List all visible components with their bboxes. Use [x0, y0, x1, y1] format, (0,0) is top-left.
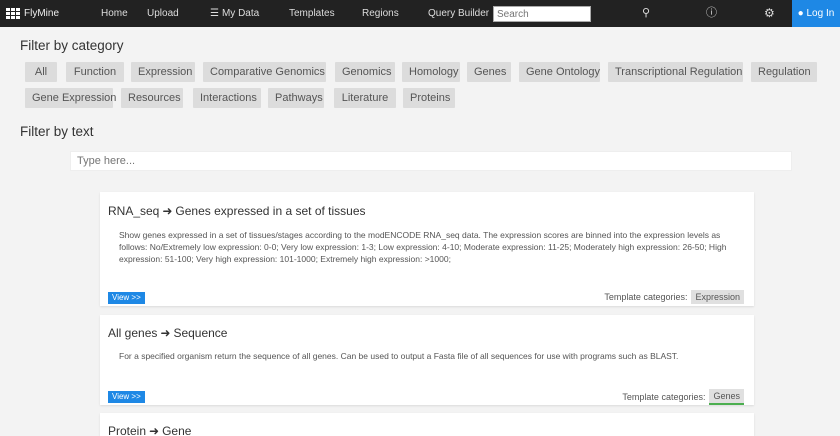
text-filter-input[interactable] — [70, 151, 792, 171]
category-proteins[interactable]: Proteins — [403, 88, 455, 108]
category-transcriptional-regulation[interactable]: Transcriptional Regulation — [608, 62, 743, 82]
template-to: Gene — [162, 424, 192, 436]
nav-my-data-label: My Data — [221, 8, 260, 19]
view-button[interactable]: View >> — [108, 292, 145, 304]
nav-home[interactable]: Home — [101, 0, 128, 27]
arrow-right-icon: ➜ — [160, 326, 171, 340]
help-icon[interactable]: ⓘ — [706, 0, 717, 27]
category-gene-expression[interactable]: Gene Expression — [25, 88, 116, 108]
template-description: For a specified organism return the sequ… — [119, 351, 679, 361]
template-from: Protein — [108, 424, 147, 436]
nav-query-builder[interactable]: Query Builder — [428, 0, 489, 27]
template-categories-label: Template categories: — [622, 392, 706, 402]
flymine-logo-icon — [6, 8, 20, 19]
arrow-right-icon: ➜ — [149, 424, 160, 436]
nav-upload[interactable]: Upload — [147, 0, 179, 27]
template-title[interactable]: All genes ➜ Sequence — [108, 326, 227, 340]
template-from: RNA_seq — [108, 204, 160, 218]
gear-icon[interactable]: ⚙ — [764, 0, 775, 27]
template-category-badge[interactable]: Genes — [709, 389, 744, 405]
category-all[interactable]: All — [25, 62, 57, 82]
nav-my-data[interactable]: ☰ My Data — [210, 0, 259, 27]
category-genes[interactable]: Genes — [467, 62, 511, 82]
template-category-badge[interactable]: Expression — [691, 290, 744, 304]
template-title[interactable]: Protein ➜ Gene — [108, 424, 191, 436]
nav-regions[interactable]: Regions — [362, 0, 399, 27]
arrow-right-icon: ➜ — [162, 204, 173, 218]
template-card: All genes ➜ Sequence For a specified organ… — [100, 315, 754, 405]
template-card: RNA_seq ➜ Genes expressed in a set of tiss… — [100, 192, 754, 306]
template-categories: Template categories: Expression — [604, 290, 744, 304]
user-icon: ● — [797, 8, 804, 19]
category-gene-ontology[interactable]: Gene Ontology — [519, 62, 600, 82]
view-button[interactable]: View >> — [108, 391, 145, 403]
template-title[interactable]: RNA_seq ➜ Genes expressed in a set of tiss… — [108, 204, 366, 218]
category-resources[interactable]: Resources — [121, 88, 183, 108]
category-function[interactable]: Function — [66, 62, 124, 82]
filter-category-heading: Filter by category — [20, 38, 124, 53]
filter-text-heading: Filter by text — [20, 124, 94, 139]
database-icon: ☰ — [210, 8, 219, 19]
template-from: All genes — [108, 326, 158, 340]
category-comparative-genomics[interactable]: Comparative Genomics — [203, 62, 326, 82]
category-expression[interactable]: Expression — [131, 62, 195, 82]
template-card: Protein ➜ Gene — [100, 413, 754, 436]
category-genomics[interactable]: Genomics — [335, 62, 395, 82]
category-homology[interactable]: Homology — [402, 62, 460, 82]
nav-templates[interactable]: Templates — [289, 0, 335, 27]
search-input[interactable] — [493, 6, 591, 22]
brand-name: FlyMine — [24, 8, 60, 19]
template-to: Sequence — [173, 326, 228, 340]
template-description: Show genes expressed in a set of tissues… — [119, 230, 727, 264]
category-interactions[interactable]: Interactions — [193, 88, 261, 108]
template-to: Genes expressed in a set of tissues — [175, 204, 366, 218]
template-categories-label: Template categories: — [604, 292, 688, 302]
template-categories: Template categories: Genes — [622, 389, 744, 405]
login-label: Log In — [806, 8, 835, 19]
navbar: FlyMine Home Upload ☰ My Data Templates R… — [0, 0, 840, 27]
category-pathways[interactable]: Pathways — [268, 88, 324, 108]
category-regulation[interactable]: Regulation — [751, 62, 817, 82]
brand-link[interactable]: FlyMine — [0, 8, 70, 19]
login-button[interactable]: ● Log In — [792, 0, 840, 27]
category-literature[interactable]: Literature — [334, 88, 396, 108]
search-icon[interactable]: ⚲ — [642, 0, 650, 27]
